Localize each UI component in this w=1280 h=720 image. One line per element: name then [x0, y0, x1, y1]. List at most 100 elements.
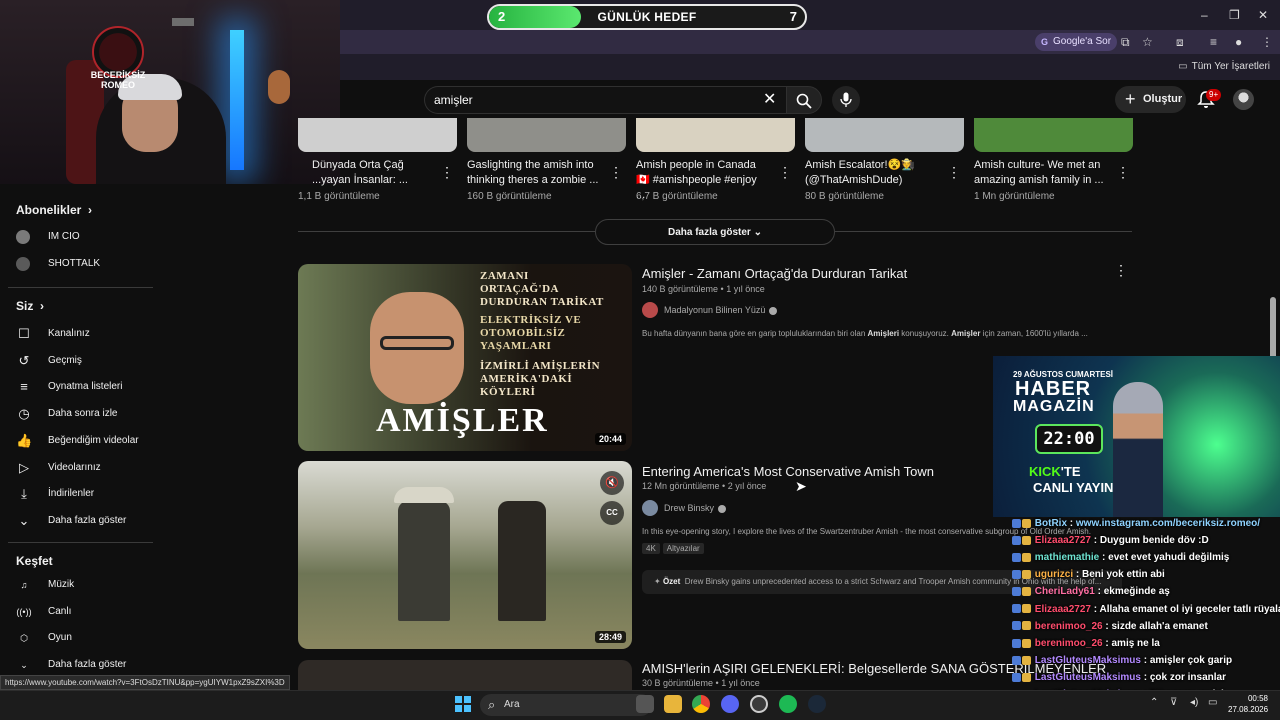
badge-4k: 4K	[642, 543, 660, 554]
chat-badge-icon	[1022, 535, 1031, 545]
chrome-icon[interactable]	[692, 695, 710, 713]
chat-badge-icon	[1022, 587, 1031, 597]
captions-button[interactable]: CC	[600, 501, 624, 525]
short-thumbnail[interactable]	[636, 118, 795, 152]
sidebar-item-6[interactable]: ⤓ İndirilenler	[16, 486, 151, 512]
sidebar-item-7[interactable]: ⌄ Daha fazla göster	[16, 513, 151, 539]
video-menu-icon[interactable]: ⋮	[1114, 262, 1128, 279]
search-button[interactable]	[786, 86, 822, 114]
video-title-2[interactable]: Entering America's Most Conservative Ami…	[642, 464, 934, 479]
obs-icon[interactable]	[750, 695, 768, 713]
chat-text: ekmeğinde aş	[1103, 586, 1170, 598]
discord-icon[interactable]	[721, 695, 739, 713]
taskbar-clock[interactable]: 00:58 27.08.2026	[1228, 693, 1268, 715]
reading-list-icon[interactable]: ≡	[1210, 35, 1217, 49]
restore-button[interactable]: ❐	[1229, 8, 1240, 22]
short-title[interactable]: Dünyada Orta Çağ ...yayan İnsanlar: ...	[312, 158, 444, 188]
chat-badge-icon	[1012, 638, 1021, 648]
tray-chevron-icon[interactable]: ⌃	[1150, 697, 1158, 708]
sidebar-item-3[interactable]: ◷ Daha sonra izle	[16, 406, 151, 432]
sidebar-item-4[interactable]: 👍 Beğendiğim videolar	[16, 433, 151, 459]
minimize-button[interactable]: –	[1201, 8, 1208, 22]
you-title[interactable]: Siz ›	[16, 299, 44, 313]
chat-message: Elizaaa2727 : Duygum benide döv :D	[1012, 535, 1209, 546]
news-line-2: MAGAZİN	[1013, 398, 1095, 415]
sidebar: Abonelikler › IM CIO SHOTTALK Siz › ☐ Kan…	[0, 184, 153, 674]
search-input[interactable]	[424, 86, 788, 114]
short-thumbnail[interactable]	[974, 118, 1133, 152]
sidebar-explore-item-2[interactable]: ⬡ Oyun	[16, 630, 151, 656]
section-divider	[298, 231, 595, 232]
verified-icon	[718, 504, 727, 513]
network-icon[interactable]: ⊽	[1170, 697, 1177, 708]
sidebar-item-5[interactable]: ▷ Videolarınız	[16, 460, 151, 486]
explore-title: Keşfet	[16, 554, 53, 568]
chat-message: LastGluteusMaksimus : çok zor insanlar	[1012, 672, 1226, 683]
profile-icon[interactable]: ●	[1235, 35, 1242, 49]
bookmark-star-icon[interactable]: ☆	[1142, 35, 1153, 49]
chat-username: LastGluteusMaksimus	[1034, 654, 1141, 666]
steam-icon[interactable]	[808, 695, 826, 713]
menu-dots-icon[interactable]: ⋮	[1261, 35, 1273, 49]
blue-light-strip	[230, 30, 244, 170]
verified-icon	[769, 306, 778, 315]
thumbnail-text-1: ZAMANI ORTAÇAĞ'DA DURDURAN TARİKAT	[480, 270, 604, 308]
sidebar-explore-item-1[interactable]: ((•)) Canlı	[16, 604, 151, 630]
short-title[interactable]: Amish culture- We met an amazing amish f…	[974, 158, 1106, 188]
show-more-button[interactable]: Daha fazla göster ⌄	[595, 219, 835, 245]
short-menu-icon[interactable]: ⋮	[1116, 164, 1130, 181]
sidebar-explore-item-0[interactable]: ♫ Müzik	[16, 577, 151, 603]
short-menu-icon[interactable]: ⋮	[778, 164, 792, 181]
account-avatar[interactable]	[1233, 89, 1254, 110]
sidebar-item-0[interactable]: ☐ Kanalınız	[16, 326, 151, 352]
video-channel-2[interactable]: Drew Binsky	[642, 500, 727, 516]
volume-icon[interactable]: ◂)	[1190, 697, 1198, 708]
chat-badge-icon	[1022, 672, 1031, 682]
ask-google-button[interactable]: Google'a Sor	[1035, 33, 1118, 51]
all-bookmarks-button[interactable]: Tüm Yer İşaretleri	[1178, 61, 1270, 72]
windows-start-icon[interactable]	[455, 696, 471, 712]
clear-search-icon[interactable]: ✕	[763, 89, 776, 109]
news-live: CANLI YAYIN!	[1033, 480, 1118, 495]
create-button[interactable]: Oluştur	[1115, 86, 1186, 113]
news-overlay: 29 AĞUSTOS CUMARTESİ HABER MAGAZİN 22:00…	[993, 356, 1280, 517]
chat-username: Elizaaa2727	[1034, 603, 1091, 615]
sidebar-item-2[interactable]: ≡ Oynatma listeleri	[16, 379, 151, 405]
voice-search-button[interactable]	[832, 86, 860, 114]
short-menu-icon[interactable]: ⋮	[947, 164, 961, 181]
short-thumbnail[interactable]	[467, 118, 626, 152]
mute-icon[interactable]: 🔇	[600, 471, 624, 495]
short-menu-icon[interactable]: ⋮	[609, 164, 623, 181]
short-views: 6,7 B görüntüleme	[636, 191, 718, 202]
guitar-decoration	[268, 70, 290, 104]
sidebar-channel-imcio[interactable]: IM CIO	[16, 229, 151, 255]
short-menu-icon[interactable]: ⋮	[440, 164, 454, 181]
taskbar-search[interactable]: Ara	[480, 694, 652, 716]
video-duration: 20:44	[594, 433, 626, 445]
cast-icon[interactable]: ⧉	[1121, 35, 1130, 50]
sidebar-channel-shottalk[interactable]: SHOTTALK	[16, 256, 151, 282]
chat-username: BotRix	[1034, 518, 1068, 529]
task-view-icon[interactable]	[636, 695, 654, 713]
video-title-1[interactable]: Amişler - Zamanı Ortaçağ'da Durduran Tar…	[642, 266, 907, 281]
video-channel-1[interactable]: Madalyonun Bilinen Yüzü	[642, 302, 778, 318]
short-thumbnail[interactable]	[298, 118, 457, 152]
extensions-icon[interactable]: ⧈	[1176, 35, 1184, 50]
short-title[interactable]: Gaslighting the amish into thinking ther…	[467, 158, 599, 188]
chat-username: mathiemathie	[1034, 552, 1100, 564]
short-views: 160 B görüntüleme	[467, 191, 552, 202]
search-input-value[interactable]: amişler	[434, 93, 473, 107]
download-icon: ⤓	[21, 486, 27, 502]
video-thumbnail-2[interactable]: 🔇 CC 28:49	[298, 461, 632, 649]
battery-icon[interactable]: ▭	[1208, 697, 1217, 708]
file-explorer-icon[interactable]	[664, 695, 682, 713]
video-meta-1: 140 B görüntüleme • 1 yıl önce	[642, 284, 765, 294]
video-thumbnail-1[interactable]: ZAMANI ORTAÇAĞ'DA DURDURAN TARİKAT ELEKTRİ…	[298, 264, 632, 451]
video-thumbnail-3[interactable]	[298, 660, 632, 690]
short-thumbnail[interactable]	[805, 118, 964, 152]
sidebar-item-1[interactable]: ↺ Geçmiş	[16, 353, 151, 379]
spotify-icon[interactable]	[779, 695, 797, 713]
subscriptions-title[interactable]: Abonelikler ›	[16, 203, 92, 217]
short-title[interactable]: Amish Escalator!😵🧑‍🌾 (@ThatAmishDude)	[805, 158, 937, 188]
close-window-button[interactable]: ✕	[1258, 8, 1268, 22]
